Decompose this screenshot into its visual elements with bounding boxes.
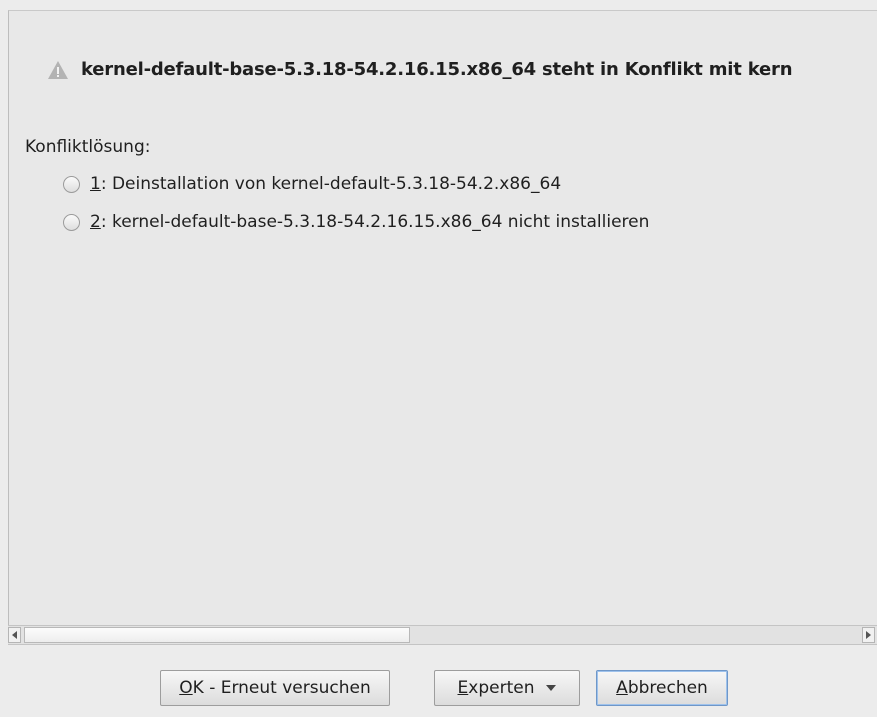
ok-mnemonic: O	[179, 678, 193, 698]
option-2-label: 2: kernel-default-base-5.3.18-54.2.16.15…	[90, 212, 649, 232]
expert-label-rest: xperten	[468, 678, 535, 698]
ok-label-rest: K - Erneut versuchen	[192, 678, 371, 698]
scroll-left-arrow-icon[interactable]	[8, 627, 21, 643]
resolution-option-2[interactable]: 2: kernel-default-base-5.3.18-54.2.16.15…	[63, 203, 649, 241]
option-1-label: 1: Deinstallation von kernel-default-5.3…	[90, 174, 561, 194]
resolution-options: 1: Deinstallation von kernel-default-5.3…	[63, 165, 649, 241]
cancel-mnemonic: A	[616, 678, 628, 698]
conflict-resolution-pane: kernel-default-base-5.3.18-54.2.16.15.x8…	[8, 10, 877, 625]
conflict-message: kernel-default-base-5.3.18-54.2.16.15.x8…	[81, 59, 793, 80]
cancel-label: Abbrechen	[616, 678, 708, 698]
scrollbar-thumb[interactable]	[24, 627, 410, 643]
option-1-text: : Deinstallation von kernel-default-5.3.…	[100, 174, 562, 194]
option-2-text: : kernel-default-base-5.3.18-54.2.16.15.…	[100, 212, 650, 232]
warning-icon	[47, 60, 69, 80]
ok-retry-button[interactable]: OK - Erneut versuchen	[160, 670, 390, 706]
radio-button-option-1[interactable]	[63, 175, 80, 193]
dialog-button-bar: OK - Erneut versuchen Experten Abbrechen	[0, 670, 877, 710]
cancel-button[interactable]: Abbrechen	[596, 670, 728, 706]
option-2-number: 2	[90, 212, 101, 232]
ok-retry-label: OK - Erneut versuchen	[179, 678, 370, 698]
expert-label: Experten	[458, 678, 535, 698]
radio-button-option-2[interactable]	[63, 213, 80, 231]
conflict-resolution-label: Konfliktlösung:	[25, 137, 151, 157]
expert-menu-button[interactable]: Experten	[434, 670, 580, 706]
horizontal-scrollbar[interactable]	[8, 625, 877, 645]
conflict-header: kernel-default-base-5.3.18-54.2.16.15.x8…	[47, 59, 793, 80]
expert-mnemonic: E	[457, 678, 469, 698]
scroll-right-arrow-icon[interactable]	[862, 627, 875, 643]
resolution-option-1[interactable]: 1: Deinstallation von kernel-default-5.3…	[63, 165, 649, 203]
dropdown-arrow-icon	[546, 685, 557, 691]
cancel-label-rest: bbrechen	[627, 678, 708, 698]
option-1-number: 1	[90, 174, 101, 194]
